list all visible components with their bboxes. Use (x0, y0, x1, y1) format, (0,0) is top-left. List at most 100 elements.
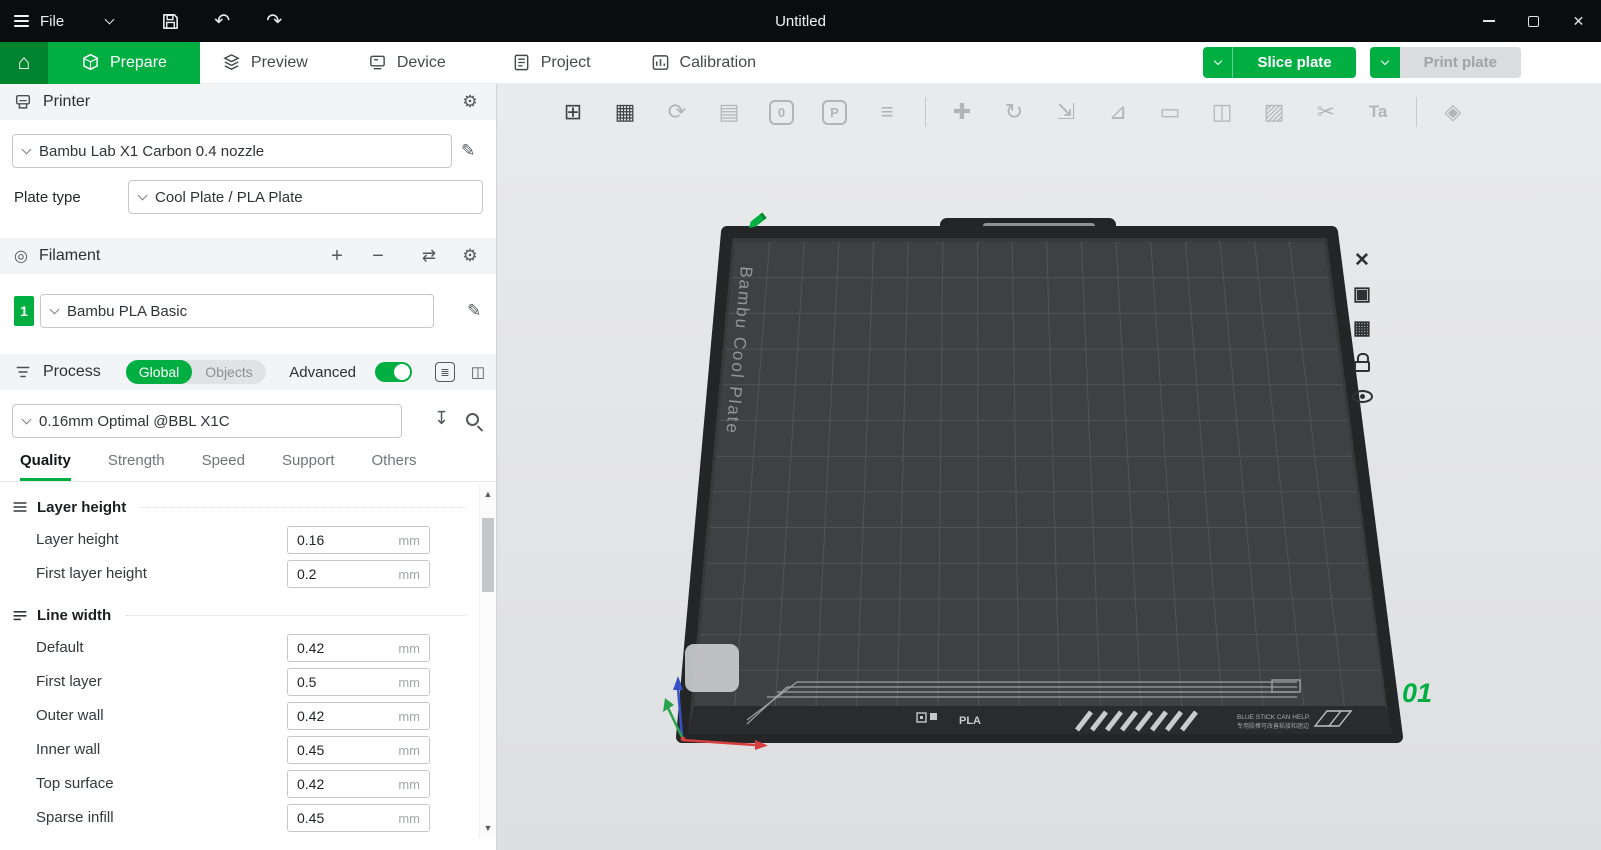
param-input[interactable]: 0.2 mm (287, 560, 430, 588)
maximize-button[interactable] (1511, 0, 1556, 42)
tab-others[interactable]: Others (372, 452, 417, 481)
assembly-icon[interactable]: ◈ (1435, 94, 1471, 130)
param-input[interactable]: 0.45 mm (287, 736, 430, 764)
filament-settings-gear-icon[interactable]: ⚙ (458, 246, 482, 266)
slice-plate-button[interactable]: Slice plate (1203, 47, 1355, 78)
printer-edit-icon[interactable]: ✎ (461, 141, 475, 161)
viewport-3d[interactable]: ⊞ ▦ ⟳ ▤ 0 P ≡ ✚ ↻ ⇲ ⊿ ▭ ◫ ▨ ✂ Ta ◈ ✕ ▣ ▦ PLA BLUE STICK CA… (497, 84, 1601, 850)
tab-speed[interactable]: Speed (202, 452, 245, 481)
printer-icon (14, 93, 32, 111)
auto-orient-icon[interactable]: ⟳ (659, 94, 695, 130)
process-icon (14, 363, 32, 381)
save-button[interactable] (157, 8, 183, 34)
group-title: Layer height (37, 499, 126, 516)
text-icon[interactable]: Ta (1360, 94, 1396, 130)
process-preset-select[interactable]: 0.16mm Optimal @BBL X1C (12, 404, 402, 438)
measure-icon[interactable]: ▭ (1152, 94, 1188, 130)
slice-options-chevron-icon[interactable] (1203, 47, 1233, 78)
search-params-button[interactable] (466, 413, 479, 431)
wipe-tower-marker[interactable] (685, 644, 739, 692)
param-input[interactable]: 0.45 mm (287, 804, 430, 832)
move-icon[interactable]: ✚ (944, 94, 980, 130)
plate-type-select[interactable]: Cool Plate / PLA Plate (128, 180, 483, 214)
tab-prepare[interactable]: Prepare (48, 42, 200, 84)
filament-slot-badge[interactable]: 1 (14, 296, 34, 326)
filament-preset-select[interactable]: Bambu PLA Basic (40, 294, 434, 328)
filament-edit-icon[interactable]: ✎ (467, 301, 481, 321)
delete-plate-icon[interactable]: ✕ (1346, 246, 1378, 274)
tab-project[interactable]: Project (508, 42, 595, 84)
param-input[interactable]: 0.5 mm (287, 668, 430, 696)
line-width-group-icon (12, 607, 28, 623)
arrange-icon[interactable]: ▤ (711, 94, 747, 130)
param-input[interactable]: 0.16 mm (287, 526, 430, 554)
param-unit: mm (398, 709, 420, 724)
param-columns-icon[interactable]: ◫ (468, 363, 488, 381)
scroll-down-icon[interactable]: ▼ (480, 823, 496, 833)
scrollbar-thumb[interactable] (482, 518, 494, 592)
printer-settings-gear-icon[interactable]: ⚙ (458, 92, 482, 112)
lay-flat-icon[interactable]: ⊿ (1100, 94, 1136, 130)
file-menu-button[interactable]: File (0, 0, 78, 42)
split-plate-icon[interactable]: P (822, 100, 847, 125)
file-menu-chevron-icon[interactable] (105, 14, 115, 24)
param-input[interactable]: 0.42 mm (287, 634, 430, 662)
add-model-icon[interactable]: ⊞ (555, 94, 591, 130)
viewport-toolbar: ⊞ ▦ ⟳ ▤ 0 P ≡ ✚ ↻ ⇲ ⊿ ▭ ◫ ▨ ✂ Ta ◈ (555, 89, 1487, 135)
param-label: First layer height (36, 565, 147, 582)
parameter-panel: Layer height Layer height 0.16 mm First … (0, 484, 496, 850)
scale-icon[interactable]: ⇲ (1048, 94, 1084, 130)
cut-icon[interactable]: ✂ (1308, 94, 1344, 130)
tab-project-label: Project (541, 54, 591, 72)
param-input[interactable]: 0.42 mm (287, 702, 430, 730)
remove-filament-icon[interactable]: − (366, 245, 390, 268)
tab-preview[interactable]: Preview (218, 42, 312, 84)
tab-device[interactable]: Device (364, 42, 450, 84)
process-scope-toggle: Global Objects (126, 360, 266, 384)
redo-button[interactable]: ↷ (261, 8, 287, 34)
plate-number-label[interactable]: 01 (1402, 678, 1432, 708)
tab-calibration[interactable]: Calibration (647, 42, 760, 84)
visibility-icon[interactable] (1346, 382, 1378, 410)
param-list-icon[interactable]: ≣ (435, 362, 455, 382)
close-button[interactable]: ✕ (1556, 0, 1601, 42)
plate-settings-icon[interactable]: ▦ (1346, 314, 1378, 342)
home-icon: ⌂ (18, 51, 31, 75)
minimize-button[interactable] (1466, 0, 1511, 42)
printer-preset-value: Bambu Lab X1 Carbon 0.4 nozzle (39, 143, 264, 160)
print-plate-button[interactable]: Print plate (1370, 47, 1521, 78)
close-icon: ✕ (1573, 13, 1585, 30)
scroll-up-icon[interactable]: ▲ (480, 489, 496, 499)
printer-section-title: Printer (43, 93, 90, 111)
home-button[interactable]: ⌂ (0, 42, 48, 84)
plate-hint-line1: BLUE STICK CAN HELP. (1237, 714, 1310, 721)
add-plate-icon[interactable]: ▦ (607, 94, 643, 130)
param-input[interactable]: 0.42 mm (287, 770, 430, 798)
scope-objects-button[interactable]: Objects (192, 360, 265, 384)
scope-global-button[interactable]: Global (126, 360, 192, 384)
variable-layer-height-icon[interactable]: ≡ (869, 94, 905, 130)
fill-bed-icon[interactable]: 0 (769, 100, 794, 125)
lock-plate-icon[interactable] (1346, 348, 1378, 376)
rotate-icon[interactable]: ↻ (996, 94, 1032, 130)
save-preset-icon[interactable]: ↧ (434, 408, 449, 429)
advanced-toggle[interactable] (375, 362, 412, 382)
filament-swap-icon[interactable]: ⇄ (417, 246, 441, 266)
build-plate-surface[interactable] (694, 242, 1385, 706)
scrollbar[interactable]: ▲ ▼ (479, 484, 496, 838)
add-filament-icon[interactable]: + (325, 245, 349, 268)
printer-preset-select[interactable]: Bambu Lab X1 Carbon 0.4 nozzle (12, 134, 452, 168)
plate-thumbnail-icon[interactable]: ▣ (1346, 280, 1378, 308)
tab-quality[interactable]: Quality (20, 452, 71, 481)
scene-3d[interactable]: PLA BLUE STICK CAN HELP. 专用胶棒可改善粘接和翘边 Ba… (497, 84, 1601, 850)
filament-section-title: Filament (39, 247, 100, 265)
undo-button[interactable]: ↶ (209, 8, 235, 34)
paint-icon[interactable]: ▨ (1256, 94, 1292, 130)
layer-height-group-icon (12, 499, 28, 515)
tab-support[interactable]: Support (282, 452, 335, 481)
tab-calibration-label: Calibration (680, 54, 756, 72)
tab-strength[interactable]: Strength (108, 452, 165, 481)
mirror-icon[interactable]: ◫ (1204, 94, 1240, 130)
print-options-chevron-icon[interactable] (1370, 47, 1400, 78)
param-unit: mm (398, 777, 420, 792)
